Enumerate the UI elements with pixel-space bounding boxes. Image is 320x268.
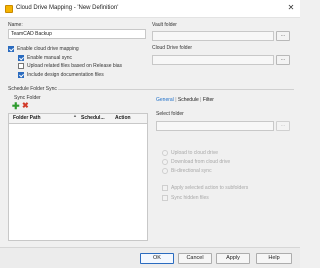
column-folder-path[interactable]: Folder Path	[13, 114, 41, 123]
apply-subfolders-label: Apply selected action to subfolders	[171, 185, 249, 191]
radio-bidirectional[interactable]	[162, 168, 168, 174]
delete-icon[interactable]: ✖	[22, 102, 29, 110]
vault-folder-browse-button[interactable]: ...	[276, 31, 290, 41]
ok-button[interactable]: OK	[140, 253, 174, 264]
close-icon[interactable]: ✕	[286, 3, 296, 13]
group-divider	[58, 89, 294, 90]
name-label: Name:	[8, 22, 23, 28]
sync-folder-grid[interactable]: Folder Path ▲ Schedul... Action	[8, 113, 148, 241]
apply-subfolders-checkbox[interactable]	[162, 185, 168, 191]
window-title: Cloud Drive Mapping - 'New Definition'	[16, 5, 119, 11]
radio-download[interactable]	[162, 159, 168, 165]
radio-download-label: Download from cloud drive	[171, 159, 231, 165]
enable-cloud-mapping-label: Enable cloud drive mapping	[17, 46, 79, 52]
schedule-sync-group-label: Schedule Folder Sync	[8, 86, 57, 92]
upload-release-bias-label: Upload related files based on Release bi…	[27, 63, 123, 69]
include-design-docs-checkbox[interactable]	[18, 72, 24, 78]
cloud-folder-browse-button[interactable]: ...	[276, 55, 290, 65]
tab-general[interactable]: General	[156, 97, 174, 103]
sync-hidden-checkbox[interactable]	[162, 195, 168, 201]
radio-upload-label: Upload to cloud drive	[171, 150, 218, 156]
cloud-folder-input[interactable]	[152, 55, 274, 65]
sort-icon: ▲	[73, 113, 77, 118]
vault-folder-label: Vault folder	[152, 22, 177, 28]
include-design-docs-label: Include design documentation files	[27, 72, 104, 78]
enable-manual-sync-checkbox[interactable]	[18, 55, 24, 61]
enable-cloud-mapping-checkbox[interactable]	[8, 46, 14, 52]
tab-schedule[interactable]: Schedule	[178, 97, 199, 103]
select-folder-label: Select folder	[156, 111, 184, 117]
detail-tabs: General | Schedule | Filter	[156, 97, 214, 103]
app-icon	[5, 5, 13, 13]
vault-folder-input[interactable]	[152, 31, 274, 41]
radio-bidirectional-label: Bi-directional sync	[171, 168, 212, 174]
select-folder-input[interactable]	[156, 121, 274, 131]
add-icon[interactable]: ✚	[12, 102, 20, 111]
enable-manual-sync-label: Enable manual sync	[27, 55, 73, 61]
tab-filter[interactable]: Filter	[203, 97, 214, 103]
title-bar: Cloud Drive Mapping - 'New Definition' ✕	[0, 0, 300, 18]
column-action[interactable]: Action	[115, 114, 131, 123]
upload-release-bias-checkbox[interactable]	[18, 63, 24, 69]
select-folder-browse-button[interactable]: ...	[276, 121, 290, 131]
radio-upload[interactable]	[162, 150, 168, 156]
cloud-folder-label: Cloud Drive folder	[152, 45, 193, 51]
cancel-button[interactable]: Cancel	[178, 253, 212, 264]
name-input[interactable]: TeamCAD Backup	[8, 29, 146, 39]
apply-button[interactable]: Apply	[216, 253, 250, 264]
help-button[interactable]: Help	[256, 253, 292, 264]
column-schedule[interactable]: Schedul...	[81, 114, 105, 123]
grid-header: Folder Path ▲ Schedul... Action	[9, 113, 147, 124]
sync-hidden-label: Sync hidden files	[171, 195, 209, 201]
